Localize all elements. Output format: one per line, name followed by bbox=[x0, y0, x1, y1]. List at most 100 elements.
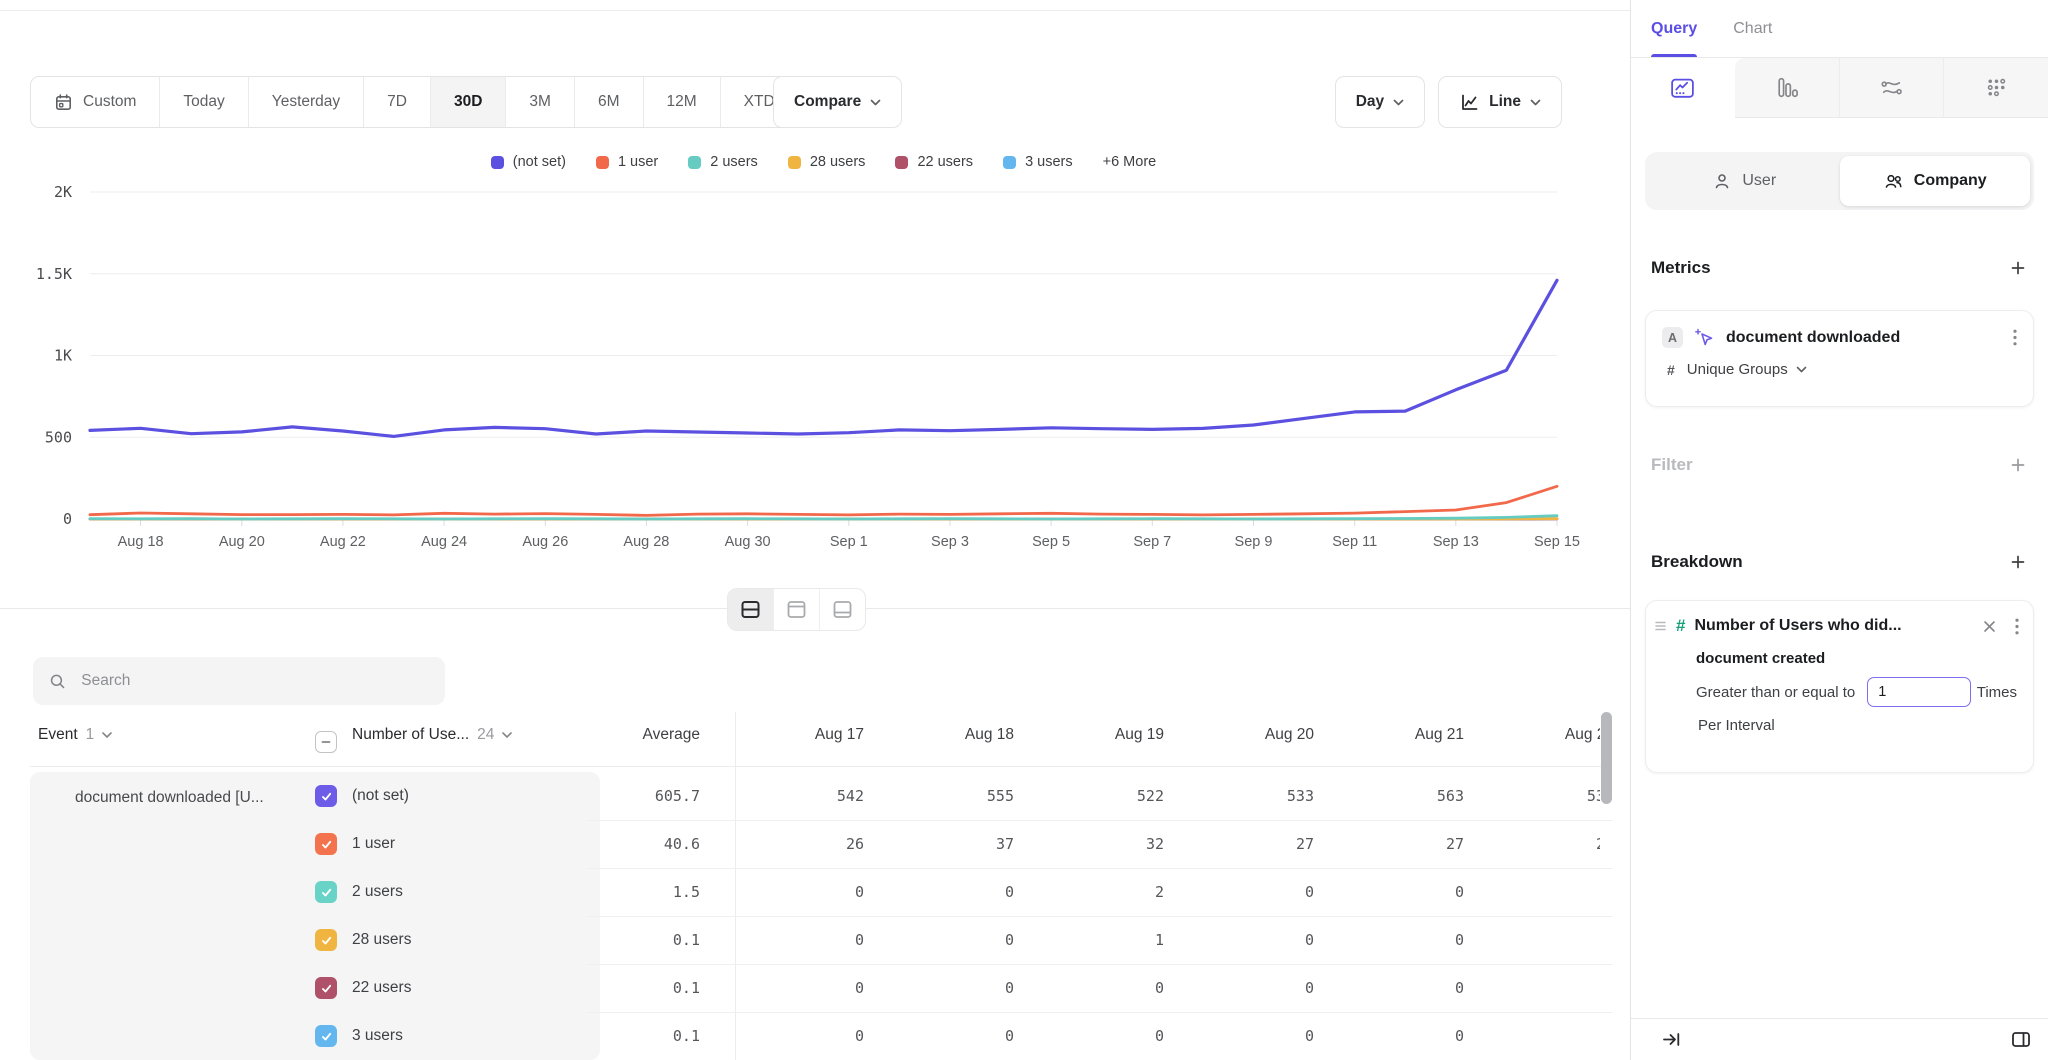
kebab-menu-icon[interactable] bbox=[2013, 329, 2017, 346]
date-column-header: Aug 19 bbox=[1030, 726, 1180, 744]
svg-text:Sep 13: Sep 13 bbox=[1433, 534, 1479, 550]
series-checkbox[interactable] bbox=[315, 977, 337, 999]
check-icon bbox=[320, 982, 333, 995]
range-today[interactable]: Today bbox=[159, 77, 247, 127]
series-checkbox[interactable] bbox=[315, 881, 337, 903]
series-value-cell: 0 bbox=[1330, 1012, 1480, 1060]
series-average: 0.1 bbox=[480, 964, 700, 1012]
series-values: 000000 bbox=[730, 1012, 1600, 1060]
series-value-cell: 37 bbox=[880, 820, 1030, 868]
chart-type-line-tab[interactable] bbox=[1631, 58, 1735, 118]
check-icon bbox=[320, 886, 333, 899]
series-value-cell: 0 bbox=[880, 964, 1030, 1012]
svg-text:Sep 9: Sep 9 bbox=[1235, 534, 1273, 550]
series-value-cell: 0 bbox=[1480, 916, 1600, 964]
number-property-icon: # bbox=[1676, 616, 1685, 636]
layout-toggle-chart-view[interactable] bbox=[773, 589, 819, 630]
user-icon bbox=[1712, 171, 1732, 191]
table-scrollbar[interactable] bbox=[1601, 712, 1612, 804]
series-average: 0.1 bbox=[480, 1012, 700, 1060]
drag-handle-icon[interactable] bbox=[1654, 620, 1667, 632]
date-column-header: Aug 17 bbox=[730, 726, 880, 744]
chart-type-label: Line bbox=[1489, 93, 1521, 111]
event-count: 1 bbox=[86, 726, 95, 744]
condition-label[interactable]: Greater than or equal to bbox=[1696, 684, 1855, 701]
chart-type-scatter-tab[interactable] bbox=[1943, 58, 2048, 118]
breakdown-card: # Number of Users who did... document cr… bbox=[1645, 600, 2034, 773]
bar-chart-icon bbox=[1774, 75, 1799, 100]
range-label: 12M bbox=[667, 93, 697, 111]
kebab-menu-icon[interactable] bbox=[2015, 618, 2019, 635]
split-view-button[interactable] bbox=[2008, 1027, 2034, 1052]
series-label: 28 users bbox=[352, 916, 411, 964]
tab-query[interactable]: Query bbox=[1651, 0, 1697, 57]
scope-user[interactable]: User bbox=[1649, 156, 1840, 206]
series-checkbox[interactable] bbox=[315, 785, 337, 807]
condition-unit-label: Times bbox=[1977, 684, 2017, 701]
collapse-panel-button[interactable] bbox=[1659, 1027, 1684, 1052]
range-12m[interactable]: 12M bbox=[643, 77, 720, 127]
interval-label: Day bbox=[1356, 93, 1384, 111]
chart-view-icon bbox=[785, 599, 808, 620]
svg-text:Sep 11: Sep 11 bbox=[1332, 534, 1377, 550]
layout-toggle-split-view[interactable] bbox=[728, 589, 773, 630]
add-filter-button[interactable] bbox=[2006, 453, 2030, 477]
chart-type-flow-tab[interactable] bbox=[1839, 58, 1944, 118]
metric-measure-row: # Unique Groups bbox=[1646, 348, 2033, 378]
svg-text:0: 0 bbox=[63, 510, 72, 528]
compare-button[interactable]: Compare bbox=[773, 76, 902, 128]
metric-name: document downloaded bbox=[1726, 329, 2002, 347]
chevron-down-icon bbox=[1796, 366, 1807, 373]
hash-icon: # bbox=[1667, 362, 1675, 378]
range-yesterday[interactable]: Yesterday bbox=[248, 77, 363, 127]
layout-toggle-table-view[interactable] bbox=[819, 589, 865, 630]
close-icon[interactable] bbox=[1982, 619, 1997, 634]
series-checkbox[interactable] bbox=[315, 1025, 337, 1047]
series-checkbox[interactable] bbox=[315, 929, 337, 951]
range-30d[interactable]: 30D bbox=[430, 77, 505, 127]
range-custom[interactable]: Custom bbox=[31, 77, 159, 127]
range-7d[interactable]: 7D bbox=[363, 77, 430, 127]
series-values: 263732272728 bbox=[730, 820, 1600, 868]
series-value-cell: 0 bbox=[1030, 1012, 1180, 1060]
series-value-cell: 0 bbox=[880, 868, 1030, 916]
search-icon bbox=[49, 672, 66, 691]
filter-heading: Filter bbox=[1651, 455, 1693, 475]
add-breakdown-button[interactable] bbox=[2006, 550, 2030, 574]
condition-value-input[interactable] bbox=[1867, 677, 1971, 707]
event-column-header[interactable]: Event 1 bbox=[38, 726, 112, 744]
svg-text:1.5K: 1.5K bbox=[36, 265, 72, 283]
metrics-heading: Metrics bbox=[1651, 258, 1711, 278]
scatter-dots-icon bbox=[1984, 75, 2009, 100]
indeterminate-icon bbox=[320, 736, 332, 748]
series-label: 1 user bbox=[352, 820, 395, 868]
tab-query-label: Query bbox=[1651, 20, 1697, 38]
tab-chart[interactable]: Chart bbox=[1733, 0, 1772, 57]
range-label: Today bbox=[183, 93, 224, 111]
series-header-label: Number of Use... bbox=[352, 726, 469, 744]
date-column-header: Aug 20 bbox=[1180, 726, 1330, 744]
scope-company[interactable]: Company bbox=[1840, 156, 2031, 206]
chevron-down-icon bbox=[1530, 99, 1541, 106]
series-value-cell: 26 bbox=[730, 820, 880, 868]
select-all-checkbox[interactable] bbox=[315, 731, 337, 753]
add-metric-button[interactable] bbox=[2006, 256, 2030, 280]
company-icon bbox=[1883, 171, 1904, 191]
measure-select[interactable]: Unique Groups bbox=[1687, 361, 1807, 378]
metric-card[interactable]: A document downloaded # Unique Groups bbox=[1645, 310, 2034, 407]
interval-select[interactable]: Day bbox=[1335, 76, 1425, 128]
svg-text:Sep 1: Sep 1 bbox=[830, 534, 868, 550]
chart-type-select[interactable]: Line bbox=[1438, 76, 1562, 128]
table-view-icon bbox=[831, 599, 854, 620]
chevron-down-icon bbox=[870, 99, 881, 106]
breakdown-title[interactable]: Number of Users who did... bbox=[1694, 617, 1973, 635]
series-checkbox[interactable] bbox=[315, 833, 337, 855]
per-interval-label[interactable]: Per Interval bbox=[1646, 707, 2033, 734]
series-value-cell: 0 bbox=[730, 1012, 880, 1060]
series-value-cell: 0 bbox=[730, 964, 880, 1012]
search-input[interactable] bbox=[79, 671, 429, 691]
range-3m[interactable]: 3M bbox=[505, 77, 574, 127]
chart-type-bar-tab[interactable] bbox=[1735, 58, 1839, 118]
series-values: 002001 bbox=[730, 868, 1600, 916]
range-6m[interactable]: 6M bbox=[574, 77, 643, 127]
